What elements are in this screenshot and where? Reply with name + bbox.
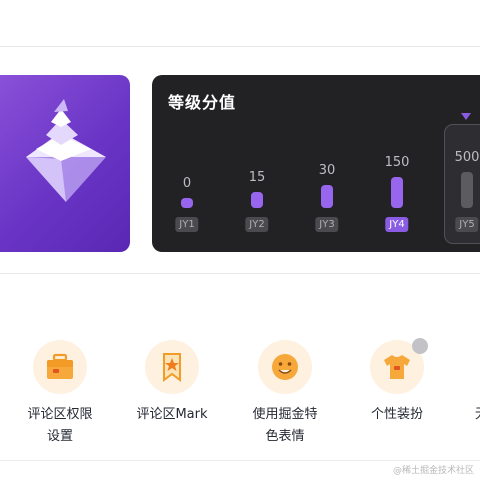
feature-partial[interactable]: 无 (459, 340, 480, 426)
tshirt-icon (384, 355, 410, 379)
feature-label: 评论区Mark (136, 407, 208, 422)
level-score: 150 (384, 155, 410, 170)
smiley-icon (272, 354, 298, 380)
section-divider (0, 273, 480, 274)
level-tag: JY1 (175, 217, 199, 232)
crystal-badge-icon (26, 99, 106, 202)
feature-custom-emoji[interactable]: 使用掘金特色表情 (235, 340, 335, 448)
level-column-jy4: 150 JY4 (367, 75, 427, 252)
level-column-jy2: 15 JY2 (227, 75, 287, 252)
feature-icon-bg (145, 340, 199, 394)
level-bar (251, 192, 263, 208)
level-tag: JY5 (455, 217, 479, 232)
lock-icon (412, 338, 436, 363)
level-column-jy3: 30 JY3 (297, 75, 357, 252)
level-score: 30 (318, 163, 336, 178)
briefcase-icon (47, 353, 73, 379)
level-bar (181, 198, 193, 208)
feature-comment-mark[interactable]: 评论区Mark (122, 340, 222, 426)
feature-icon-placeholder (459, 340, 480, 394)
level-tag: JY2 (245, 217, 269, 232)
level-bar (391, 177, 403, 208)
feature-label: 使用掘金特色表情 (252, 407, 318, 444)
level-score: 0 (182, 176, 192, 191)
feature-label: 无 (459, 404, 480, 426)
feature-icon-bg (33, 340, 87, 394)
feature-comment-permission[interactable]: 评论区权限设置 (10, 340, 110, 448)
feature-personal-dressup[interactable]: 个性装扮 (347, 338, 447, 426)
level-score: 15 (248, 170, 266, 185)
level-score: 500 (454, 150, 480, 165)
watermark: @稀土掘金技术社区 (392, 466, 474, 476)
level-score-card: 等级分值 0 JY1 15 JY2 30 JY3 150 JY4 500 JY5 (152, 75, 480, 252)
star-ribbon-icon (163, 353, 181, 382)
feature-label: 个性装扮 (370, 407, 423, 422)
level-column-jy5: 500 JY5 (437, 75, 480, 252)
level-tag: JY3 (315, 217, 339, 232)
feature-icon-bg (258, 340, 312, 394)
bottom-divider (0, 460, 480, 461)
feature-icon-bg (370, 338, 436, 394)
level-tag: JY4 (385, 217, 409, 232)
level-badge-banner (0, 75, 130, 252)
level-column-jy1: 0 JY1 (157, 75, 217, 252)
feature-label: 评论区权限设置 (27, 407, 93, 444)
level-bar (321, 185, 333, 208)
level-bar (461, 172, 473, 208)
top-divider (0, 46, 480, 47)
